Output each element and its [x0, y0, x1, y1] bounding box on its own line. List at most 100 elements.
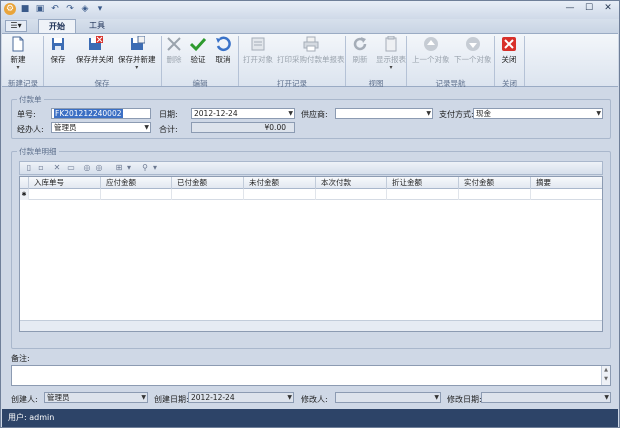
ribbon-tab-row: ☰▾ 开始 工具	[1, 19, 619, 33]
save-new-button[interactable]: 保存并新建 ▾	[118, 36, 156, 71]
grid-refresh-icon[interactable]: ◎	[82, 163, 92, 173]
chevron-down-icon[interactable]: ▼	[596, 109, 601, 118]
delete-button[interactable]: 删除	[166, 36, 182, 65]
new-dropdown-icon: ▾	[16, 64, 20, 71]
open-object-button[interactable]: 打开对象	[243, 36, 273, 65]
save-quick-icon[interactable]: ■	[19, 3, 31, 15]
table-cell[interactable]	[387, 189, 459, 200]
refresh-button[interactable]: 刷新	[352, 36, 368, 65]
next-object-button[interactable]: 下一个对象	[454, 36, 492, 65]
chevron-down-icon[interactable]: ▼	[288, 109, 293, 118]
created-date-value: 2012-12-24	[191, 393, 235, 402]
table-cell[interactable]	[172, 189, 244, 200]
grid-new-icon[interactable]: ▯	[24, 163, 34, 173]
table-cell[interactable]	[244, 189, 316, 200]
handler-value: 管理员	[54, 123, 77, 132]
save-close-button-label: 保存并关闭	[76, 55, 114, 64]
view-report-dropdown-icon: ▾	[389, 64, 393, 71]
printer-icon	[303, 36, 319, 52]
chevron-down-icon: ▼	[434, 394, 439, 401]
main-window: ⚙ ■ ▣ ↶ ↷ ◈ ▾ — ☐ ✕ ☰▾ 开始 工具 新建 ▾ 保存 保存并…	[0, 0, 620, 428]
grid-export-dropdown-icon[interactable]: ▾	[124, 163, 134, 173]
doc-no-field[interactable]: FK201212240002	[51, 108, 151, 119]
grid-search-dropdown-icon[interactable]: ▾	[150, 163, 160, 173]
memo-scrollbar[interactable]: ▲ ▼	[601, 366, 610, 385]
quick-access-toolbar: ⚙ ■ ▣ ↶ ↷ ◈ ▾	[4, 3, 106, 15]
pay-method-select[interactable]: 现金 ▼	[473, 108, 603, 119]
column-header[interactable]: 未付金额	[244, 177, 316, 189]
view-report-button[interactable]: 显示报表 ▾	[376, 36, 406, 71]
chevron-down-icon[interactable]: ▼	[144, 123, 149, 132]
new-button[interactable]: 新建 ▾	[10, 36, 26, 71]
column-header[interactable]: 实付金额	[459, 177, 531, 189]
next-object-label: 下一个对象	[454, 55, 492, 64]
title-bar: ⚙ ■ ▣ ↶ ↷ ◈ ▾ — ☐ ✕	[1, 1, 619, 19]
column-header[interactable]: 摘要	[531, 177, 602, 189]
checkmark-icon	[190, 37, 206, 52]
grid-edit-icon[interactable]: ▭	[66, 163, 76, 173]
redo-icon[interactable]: ↷	[64, 3, 76, 15]
memo-textarea[interactable]: ▲ ▼	[11, 365, 611, 386]
chevron-down-icon: ▼	[141, 394, 146, 401]
table-cell[interactable]	[531, 189, 602, 200]
undo-icon[interactable]: ↶	[49, 3, 61, 15]
payment-detail-title: 付款单明细	[17, 146, 59, 157]
tab-tools[interactable]: 工具	[79, 19, 115, 33]
column-header[interactable]: 折让金额	[387, 177, 459, 189]
open-object-label: 打开对象	[243, 55, 273, 64]
date-picker[interactable]: 2012-12-24 ▼	[191, 108, 295, 119]
chevron-down-icon[interactable]: ▼	[426, 109, 431, 118]
grid-delete-icon[interactable]: ✕	[52, 163, 62, 173]
delete-button-label: 删除	[166, 55, 182, 64]
grid-copy-icon[interactable]: ▫	[36, 163, 46, 173]
validate-button[interactable]: 验证	[190, 36, 206, 65]
refresh-label: 刷新	[352, 55, 368, 64]
payment-detail-grid[interactable]: 入库单号 应付金额 已付金额 未付金额 本次付款 折让金额 实付金额 摘要 ✱	[19, 176, 603, 332]
column-header[interactable]: 入库单号	[29, 177, 101, 189]
close-window-button[interactable]: ✕	[599, 2, 617, 16]
open-object-icon	[251, 37, 265, 51]
app-menu-button[interactable]: ☰▾	[5, 20, 27, 32]
column-header[interactable]: 本次付款	[316, 177, 387, 189]
table-cell[interactable]	[101, 189, 172, 200]
grid-search-icon[interactable]: ⚲	[140, 163, 150, 173]
misc-icon[interactable]: ◈	[79, 3, 91, 15]
new-row-star-icon: ✱	[20, 189, 29, 200]
prev-object-button[interactable]: 上一个对象	[412, 36, 450, 65]
save-new-icon	[130, 36, 145, 50]
undo-arrow-icon	[216, 36, 231, 52]
grid-link-icon[interactable]: ◎	[94, 163, 104, 173]
chevron-down-icon: ▼	[604, 394, 609, 401]
group-label-view: 视图	[368, 79, 384, 88]
creator-field: 管理员 ▼	[44, 392, 148, 403]
print-report-button[interactable]: 打印采购付款单报表	[277, 36, 345, 65]
payment-header-title: 付款单	[17, 94, 44, 105]
view-report-label: 显示报表	[376, 55, 406, 64]
table-cell[interactable]	[459, 189, 531, 200]
save-close-quick-icon[interactable]: ▣	[34, 3, 46, 15]
save-new-button-label: 保存并新建	[118, 55, 156, 64]
arrow-up-icon	[423, 37, 438, 51]
tab-home[interactable]: 开始	[38, 19, 76, 33]
grid-export-icon[interactable]: ⊞	[114, 163, 124, 173]
new-item-row[interactable]: ✱	[20, 189, 602, 200]
supplier-select[interactable]: ▼	[335, 108, 433, 119]
close-button[interactable]: 关闭	[501, 36, 517, 65]
app-gear-icon[interactable]: ⚙	[4, 3, 16, 15]
column-header[interactable]: 已付金额	[172, 177, 244, 189]
customize-quick-access-icon[interactable]: ▾	[94, 3, 106, 15]
creator-value: 管理员	[47, 393, 70, 402]
table-cell[interactable]	[316, 189, 387, 200]
row-indicator-header	[20, 177, 29, 189]
save-close-button[interactable]: 保存并关闭	[76, 36, 114, 65]
handler-select[interactable]: 管理员 ▼	[51, 122, 151, 133]
column-header[interactable]: 应付金额	[101, 177, 172, 189]
save-button[interactable]: 保存	[50, 36, 66, 65]
modified-date-field: ▼	[481, 392, 611, 403]
modifier-field: ▼	[335, 392, 441, 403]
maximize-button[interactable]: ☐	[580, 2, 598, 16]
minimize-button[interactable]: —	[561, 2, 579, 16]
close-red-icon	[502, 37, 516, 51]
cancel-button[interactable]: 取消	[215, 36, 231, 65]
table-cell[interactable]	[29, 189, 101, 200]
